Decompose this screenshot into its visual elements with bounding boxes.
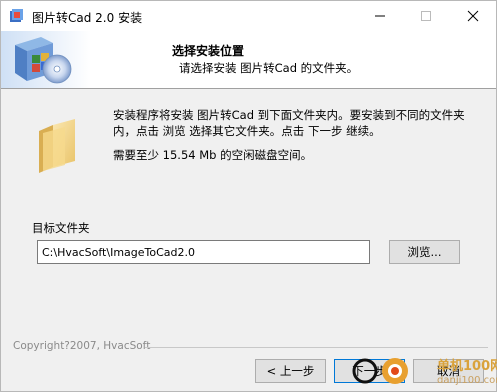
page-subtitle: 请选择安装 图片转Cad 的文件夹。 (179, 61, 359, 75)
space-required-text: 需要至少 15.54 Mb 的空闲磁盘空间。 (113, 148, 313, 162)
window-title: 图片转Cad 2.0 安装 (32, 11, 143, 25)
maximize-icon (421, 11, 431, 21)
close-button[interactable] (450, 1, 496, 31)
install-path-input[interactable] (37, 240, 370, 264)
destination-folder-label: 目标文件夹 (32, 221, 90, 235)
footer-divider (145, 347, 488, 348)
installer-window: 图片转Cad 2.0 安装 选择安装位置 请选择安装 图片转Cad 的文件夹。 … (0, 0, 497, 392)
watermark-circles-icon (352, 358, 408, 384)
copyright-text: Copyright?2007, HvacSoft (13, 340, 151, 352)
wizard-header: 选择安装位置 请选择安装 图片转Cad 的文件夹。 (1, 31, 496, 89)
minimize-icon (375, 15, 385, 17)
installer-app-icon (10, 9, 23, 22)
browse-button[interactable]: 浏览... (389, 240, 460, 264)
page-title: 选择安装位置 (172, 44, 245, 58)
title-bar: 图片转Cad 2.0 安装 (1, 1, 496, 31)
watermark-url: danji100.com (437, 375, 497, 386)
installer-box-icon (1, 31, 91, 88)
install-description: 安装程序将安装 图片转Cad 到下面文件夹内。要安装到不同的文件夹内，点击 浏览… (113, 108, 465, 138)
watermark-text: 单机100网 (437, 359, 497, 374)
back-button[interactable]: < 上一步 (255, 359, 326, 383)
minimize-button[interactable] (357, 1, 403, 31)
maximize-button[interactable] (403, 1, 449, 31)
folder-icon (39, 119, 75, 173)
close-icon (467, 10, 479, 22)
